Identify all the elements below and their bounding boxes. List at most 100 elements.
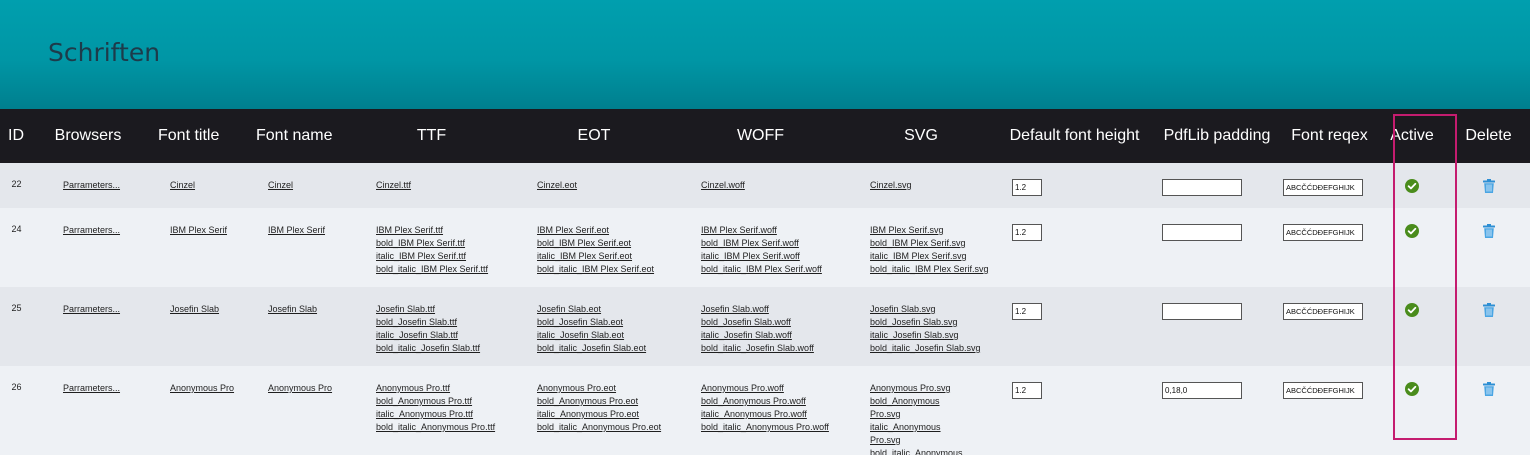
ttf-file-link[interactable]: bold_Josefin Slab.ttf <box>376 316 512 329</box>
trash-icon[interactable] <box>1482 224 1495 238</box>
woff-file-link[interactable]: Cinzel.woff <box>701 179 845 192</box>
browsers-link[interactable]: Parrameters... <box>63 224 143 237</box>
row-id: 25 <box>11 303 22 313</box>
check-circle-icon[interactable] <box>1405 382 1419 396</box>
header-default-font-height: Default font height <box>1009 127 1140 144</box>
delete-cell <box>1447 287 1530 366</box>
woff-file-link[interactable]: bold_italic_IBM Plex Serif.woff <box>701 263 845 276</box>
eot-file-link[interactable]: italic_Anonymous Pro.eot <box>537 408 676 421</box>
header-font-name: Font name <box>256 127 333 144</box>
check-circle-icon[interactable] <box>1405 303 1419 317</box>
check-circle-icon[interactable] <box>1405 179 1419 193</box>
ttf-file-link[interactable]: Josefin Slab.ttf <box>376 303 512 316</box>
eot-file-link[interactable]: bold_italic_IBM Plex Serif.eot <box>537 263 676 276</box>
table-header-row: ID Browsers Font title Font name TTF EOT… <box>0 109 1530 163</box>
svg-file-link[interactable]: Anonymous Pro.svg <box>870 382 957 395</box>
eot-file-link[interactable]: Anonymous Pro.eot <box>537 382 676 395</box>
default-font-height-input[interactable] <box>1012 382 1042 399</box>
woff-file-link[interactable]: italic_IBM Plex Serif.woff <box>701 250 845 263</box>
pdflib-padding-input[interactable] <box>1162 382 1242 399</box>
pdflib-padding-input[interactable] <box>1162 224 1242 241</box>
active-cell <box>1377 287 1447 366</box>
ttf-file-link[interactable]: bold_italic_Anonymous Pro.ttf <box>376 421 512 434</box>
ttf-file-link[interactable]: bold_Anonymous Pro.ttf <box>376 395 512 408</box>
row-id: 24 <box>11 224 22 234</box>
woff-file-link[interactable]: bold_Anonymous Pro.woff <box>701 395 845 408</box>
header-pdflib-padding: PdfLib padding <box>1163 127 1271 144</box>
eot-file-link[interactable]: bold_Anonymous Pro.eot <box>537 395 676 408</box>
ttf-file-link[interactable]: bold_italic_IBM Plex Serif.ttf <box>376 263 512 276</box>
ttf-file-link[interactable]: Anonymous Pro.ttf <box>376 382 512 395</box>
eot-file-link[interactable]: italic_Josefin Slab.eot <box>537 329 676 342</box>
woff-file-link[interactable]: Josefin Slab.woff <box>701 303 845 316</box>
default-font-height-input[interactable] <box>1012 303 1042 320</box>
eot-file-link[interactable]: bold_italic_Josefin Slab.eot <box>537 342 676 355</box>
svg-file-link[interactable]: bold_IBM Plex Serif.svg <box>870 237 997 250</box>
svg-file-link[interactable]: bold_italic_Josefin Slab.svg <box>870 342 997 355</box>
trash-icon[interactable] <box>1482 303 1495 317</box>
font-regex-input[interactable] <box>1283 303 1363 320</box>
eot-file-link[interactable]: bold_IBM Plex Serif.eot <box>537 237 676 250</box>
svg-file-link[interactable]: bold_italic_Anonymous Pro.svg <box>870 447 963 455</box>
ttf-file-link[interactable]: bold_IBM Plex Serif.ttf <box>376 237 512 250</box>
delete-cell <box>1447 163 1530 208</box>
woff-file-link[interactable]: italic_Anonymous Pro.woff <box>701 408 845 421</box>
browsers-link[interactable]: Parrameters... <box>63 382 143 395</box>
default-font-height-input[interactable] <box>1012 224 1042 241</box>
eot-file-link[interactable]: italic_IBM Plex Serif.eot <box>537 250 676 263</box>
font-title-link[interactable]: IBM Plex Serif <box>170 224 241 237</box>
woff-file-link[interactable]: bold_Josefin Slab.woff <box>701 316 845 329</box>
font-title-link[interactable]: Josefin Slab <box>170 303 241 316</box>
svg-file-link[interactable]: italic_IBM Plex Serif.svg <box>870 250 997 263</box>
ttf-file-link[interactable]: italic_IBM Plex Serif.ttf <box>376 250 512 263</box>
font-name-link[interactable]: IBM Plex Serif <box>268 224 351 237</box>
font-regex-input[interactable] <box>1283 179 1363 196</box>
header-ttf: TTF <box>416 127 447 144</box>
trash-icon[interactable] <box>1482 179 1495 193</box>
pdflib-padding-input[interactable] <box>1162 179 1242 196</box>
default-font-height-input[interactable] <box>1012 179 1042 196</box>
svg-file-link[interactable]: Josefin Slab.svg <box>870 303 997 316</box>
delete-cell <box>1447 366 1530 455</box>
font-name-link[interactable]: Anonymous Pro <box>268 382 351 395</box>
table-row: 24 Parrameters... IBM Plex Serif IBM Ple… <box>0 208 1530 287</box>
trash-icon[interactable] <box>1482 382 1495 396</box>
woff-file-link[interactable]: bold_italic_Anonymous Pro.woff <box>701 421 845 434</box>
browsers-link[interactable]: Parrameters... <box>63 179 143 192</box>
eot-file-link[interactable]: IBM Plex Serif.eot <box>537 224 676 237</box>
ttf-file-link[interactable]: IBM Plex Serif.ttf <box>376 224 512 237</box>
font-title-link[interactable]: Cinzel <box>170 179 241 192</box>
svg-file-link[interactable]: bold_Anonymous Pro.svg <box>870 395 957 421</box>
eot-file-link[interactable]: Cinzel.eot <box>537 179 676 192</box>
svg-file-link[interactable]: IBM Plex Serif.svg <box>870 224 997 237</box>
woff-file-link[interactable]: IBM Plex Serif.woff <box>701 224 845 237</box>
row-id: 22 <box>11 179 22 189</box>
eot-file-link[interactable]: Josefin Slab.eot <box>537 303 676 316</box>
pdflib-padding-input[interactable] <box>1162 303 1242 320</box>
svg-file-link[interactable]: italic_Josefin Slab.svg <box>870 329 997 342</box>
font-regex-input[interactable] <box>1283 224 1363 241</box>
delete-cell <box>1447 208 1530 287</box>
ttf-file-link[interactable]: bold_italic_Josefin Slab.ttf <box>376 342 512 355</box>
woff-file-link[interactable]: Anonymous Pro.woff <box>701 382 845 395</box>
font-name-link[interactable]: Cinzel <box>268 179 351 192</box>
eot-file-link[interactable]: bold_Josefin Slab.eot <box>537 316 676 329</box>
svg-file-link[interactable]: bold_Josefin Slab.svg <box>870 316 997 329</box>
font-regex-input[interactable] <box>1283 382 1363 399</box>
table-row: 22 Parrameters... Cinzel Cinzel Cinzel.t… <box>0 163 1530 208</box>
svg-file-link[interactable]: Cinzel.svg <box>870 179 997 192</box>
ttf-file-link[interactable]: Cinzel.ttf <box>376 179 512 192</box>
check-circle-icon[interactable] <box>1405 224 1419 238</box>
ttf-file-link[interactable]: italic_Anonymous Pro.ttf <box>376 408 512 421</box>
font-title-link[interactable]: Anonymous Pro <box>170 382 241 395</box>
svg-file-link[interactable]: italic_Anonymous Pro.svg <box>870 421 957 447</box>
woff-file-link[interactable]: italic_Josefin Slab.woff <box>701 329 845 342</box>
woff-file-link[interactable]: bold_italic_Josefin Slab.woff <box>701 342 845 355</box>
font-name-link[interactable]: Josefin Slab <box>268 303 351 316</box>
browsers-link[interactable]: Parrameters... <box>63 303 143 316</box>
header-id: ID <box>8 127 24 144</box>
svg-file-link[interactable]: bold_italic_IBM Plex Serif.svg <box>870 263 997 276</box>
eot-file-link[interactable]: bold_italic_Anonymous Pro.eot <box>537 421 676 434</box>
ttf-file-link[interactable]: italic_Josefin Slab.ttf <box>376 329 512 342</box>
woff-file-link[interactable]: bold_IBM Plex Serif.woff <box>701 237 845 250</box>
